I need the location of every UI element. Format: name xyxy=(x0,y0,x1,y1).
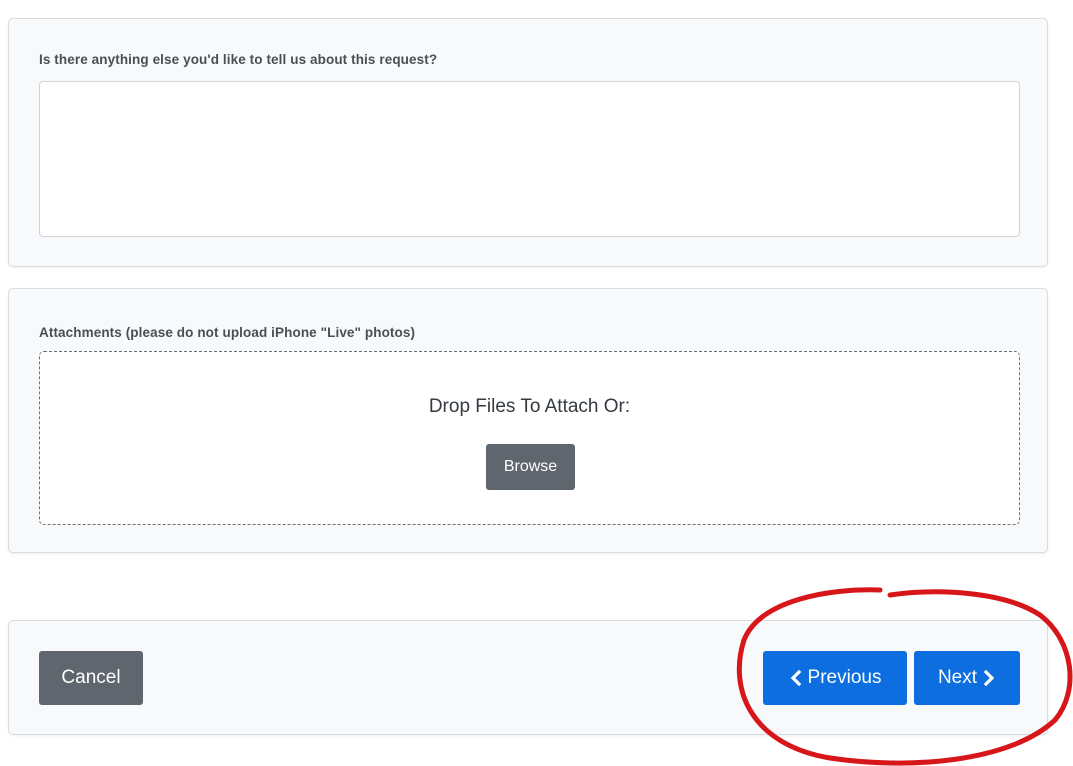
previous-button-label: Previous xyxy=(807,667,882,688)
form-actions-card: Cancel Previous Next xyxy=(8,620,1048,735)
notes-label: Is there anything else you'd like to tel… xyxy=(39,52,438,67)
next-button[interactable]: Next xyxy=(914,651,1020,705)
previous-button[interactable]: Previous xyxy=(763,651,907,705)
cancel-button-label: Cancel xyxy=(61,667,121,688)
dropzone-text: Drop Files To Attach Or: xyxy=(428,396,631,417)
file-dropzone[interactable]: Drop Files To Attach Or: Browse xyxy=(39,351,1020,525)
attachments-card: Attachments (please do not upload iPhone… xyxy=(8,288,1048,553)
attachments-label: Attachments (please do not upload iPhone… xyxy=(39,325,416,340)
chevron-left-icon xyxy=(789,670,802,686)
request-form-page: Is there anything else you'd like to tel… xyxy=(0,0,1073,766)
browse-button[interactable]: Browse xyxy=(486,444,575,490)
notes-card: Is there anything else you'd like to tel… xyxy=(8,18,1048,267)
cancel-button[interactable]: Cancel xyxy=(39,651,143,705)
chevron-right-icon xyxy=(983,670,996,686)
notes-textarea[interactable] xyxy=(39,81,1020,237)
next-button-label: Next xyxy=(937,667,978,688)
